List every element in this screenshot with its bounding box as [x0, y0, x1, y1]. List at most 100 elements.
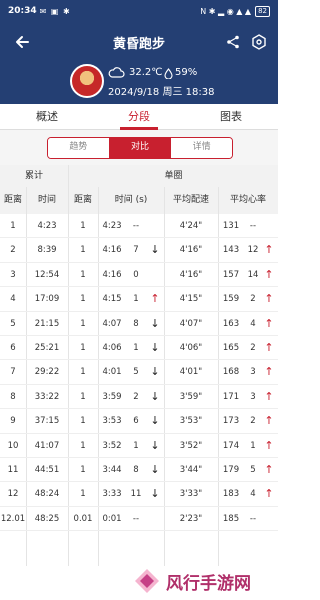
cell-cum-distance: 8	[10, 391, 16, 402]
cell-distance: 1	[80, 464, 86, 475]
cell-distance: 1	[80, 342, 86, 353]
cell-time-diff: 7	[133, 245, 139, 256]
cell-cum-time: 48:24	[34, 489, 60, 500]
cell-time-diff: 8	[133, 318, 139, 329]
cell-cum-time: 37:15	[34, 416, 60, 427]
humidity: 59%	[175, 67, 198, 78]
cell-cum-time: 33:22	[34, 391, 60, 402]
tab-charts[interactable]: 图表	[186, 104, 276, 130]
cell-cum-distance: 11	[7, 464, 19, 475]
cell-distance: 1	[80, 294, 86, 305]
cell-heart-rate: 185	[222, 513, 240, 524]
tab-overview[interactable]: 概述	[2, 104, 92, 130]
cell-time-diff: 6	[133, 416, 139, 427]
cell-hr-diff: 4	[250, 489, 256, 500]
cell-distance: 1	[80, 269, 86, 280]
table-row: 6 25:21 1 4:06 1 4'06" 165 2 ↓ ↑	[0, 336, 278, 361]
more-button[interactable]	[248, 31, 270, 53]
table-row: 4 17:09 1 4:15 1 4'15" 159 2 ↑ ↑	[0, 287, 278, 312]
main-tabs: 概述 分段 图表	[0, 104, 278, 130]
header-group-single: 单圈	[68, 165, 278, 187]
arrow-down-icon: ↓	[150, 487, 160, 501]
cell-hr-diff: 12	[247, 245, 259, 256]
header-group-cumulative: 累计	[0, 165, 68, 187]
notification-icons: ✉ ▣ ✱	[39, 6, 71, 16]
segment-compare[interactable]: 对比	[108, 138, 171, 158]
cell-cum-time: 29:22	[34, 367, 60, 378]
cell-heart-rate: 157	[222, 269, 240, 280]
cell-time: 3:53	[102, 416, 122, 427]
cell-heart-rate: 173	[222, 416, 240, 427]
activity-header: 32.2℃ 59% 2024/9/18 周三 18:38	[0, 62, 278, 104]
cell-hr-diff: 1	[250, 440, 256, 451]
col-heart-rate: 平均心率	[229, 195, 266, 205]
col-distance: 距离	[73, 195, 92, 205]
cell-cum-time: 48:25	[34, 513, 60, 524]
table-row: 11 44:51 1 3:44 8 3'44" 179 5 ↓ ↑	[0, 458, 278, 483]
cell-pace: 4'06"	[179, 342, 203, 353]
cell-hr-diff: 3	[250, 367, 256, 378]
table-row: 12 48:24 1 3:33 11 3'33" 183 4 ↓ ↑	[0, 482, 278, 507]
segment-trend[interactable]: 趋势	[48, 138, 109, 158]
cell-heart-rate: 171	[222, 391, 240, 402]
cell-cum-distance: 3	[10, 269, 16, 280]
cell-pace: 4'07"	[179, 318, 203, 329]
cell-cum-distance: 5	[10, 318, 16, 329]
cell-time: 4:07	[102, 318, 122, 329]
nav-bar: 黄昏跑步	[0, 22, 278, 62]
arrow-down-icon: ↓	[150, 365, 160, 379]
humidity-drop-icon	[164, 68, 173, 79]
cell-cum-time: 21:15	[34, 318, 60, 329]
cell-pace: 2'23"	[179, 513, 203, 524]
cell-cum-time: 8:39	[37, 245, 57, 256]
cell-time-diff: 1	[133, 342, 139, 353]
hexagon-menu-icon	[252, 34, 266, 50]
arrow-down-icon: ↓	[150, 243, 160, 257]
cell-time-diff: 0	[133, 269, 139, 280]
table-header-row: 距离 时间 距离 时间 (s) 平均配速 平均心率	[0, 187, 278, 214]
cell-cum-distance: 6	[10, 342, 16, 353]
arrow-down-icon: ↓	[150, 438, 160, 452]
watermark: 风行手游网	[132, 564, 272, 598]
battery-icon: 82	[255, 5, 270, 17]
avatar[interactable]	[70, 64, 104, 98]
cell-heart-rate: 168	[222, 367, 240, 378]
cell-cum-time: 12:54	[34, 269, 60, 280]
cell-cum-distance: 4	[10, 294, 16, 305]
segment-detail[interactable]: 详情	[170, 138, 232, 158]
activity-datetime: 2024/9/18 周三 18:38	[108, 87, 215, 98]
cell-cum-distance: 12.01	[0, 513, 26, 524]
table-row: 1 4:23 1 4:23 -- 4'24" 131 --	[0, 214, 278, 239]
signal-icons: N ✱ ▂ ◉ ▲ ▲	[200, 6, 252, 16]
cell-time-diff: 1	[133, 440, 139, 451]
share-button[interactable]	[222, 31, 244, 53]
cell-distance: 1	[80, 416, 86, 427]
cell-pace: 4'16"	[179, 269, 203, 280]
cell-distance: 1	[80, 367, 86, 378]
table-row: 2 8:39 1 4:16 7 4'16" 143 12 ↓ ↑	[0, 238, 278, 263]
arrow-up-icon: ↑	[150, 292, 160, 306]
cell-distance: 1	[80, 221, 86, 231]
cell-cum-distance: 9	[10, 416, 16, 427]
cell-hr-diff: --	[249, 221, 257, 231]
cell-pace: 4'16"	[179, 245, 203, 256]
cell-cum-distance: 1	[10, 221, 16, 231]
cell-time: 4:16	[102, 269, 122, 280]
cell-distance: 0.01	[73, 513, 93, 524]
arrow-up-icon: ↑	[264, 487, 274, 501]
cell-distance: 1	[80, 391, 86, 402]
back-button[interactable]	[10, 30, 34, 54]
cell-time-diff: 1	[133, 294, 139, 305]
cell-distance: 1	[80, 318, 86, 329]
arrow-up-icon: ↑	[264, 438, 274, 452]
table-row: 7 29:22 1 4:01 5 4'01" 168 3 ↓ ↑	[0, 360, 278, 385]
cell-hr-diff: 5	[250, 464, 256, 475]
cell-time: 3:52	[102, 440, 122, 451]
cell-cum-time: 41:07	[34, 440, 60, 451]
cell-heart-rate: 183	[222, 489, 240, 500]
cell-time: 4:01	[102, 367, 122, 378]
cell-heart-rate: 179	[222, 464, 240, 475]
segmented-control: 趋势 对比 详情	[47, 137, 233, 159]
arrow-up-icon: ↑	[264, 243, 274, 257]
table-row: 5 21:15 1 4:07 8 4'07" 163 4 ↓ ↑	[0, 312, 278, 336]
